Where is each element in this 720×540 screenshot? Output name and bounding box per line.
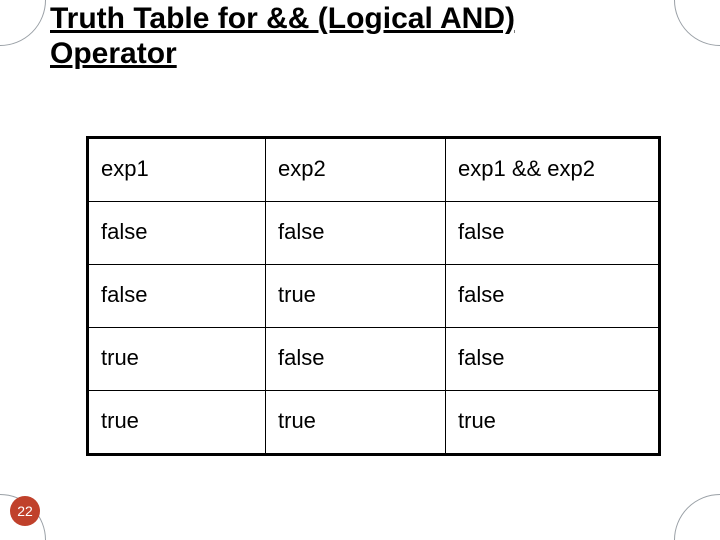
- cell: false: [88, 202, 266, 265]
- cell: false: [266, 328, 446, 391]
- truth-table: exp1 exp2 exp1 && exp2 false false false…: [86, 136, 661, 456]
- slide-title: Truth Table for && (Logical AND) Operato…: [50, 2, 610, 71]
- cell: false: [446, 328, 660, 391]
- table-row: false false false: [88, 202, 660, 265]
- cell: false: [88, 265, 266, 328]
- col-header-exp1: exp1: [88, 138, 266, 202]
- col-header-exp2: exp2: [266, 138, 446, 202]
- cell: false: [446, 265, 660, 328]
- page-number-badge: 22: [10, 496, 40, 526]
- corner-decoration-br: [674, 494, 720, 540]
- truth-table-container: exp1 exp2 exp1 && exp2 false false false…: [86, 136, 658, 456]
- corner-decoration-tl: [0, 0, 46, 46]
- cell: true: [88, 328, 266, 391]
- table-header-row: exp1 exp2 exp1 && exp2: [88, 138, 660, 202]
- col-header-result: exp1 && exp2: [446, 138, 660, 202]
- cell: true: [446, 391, 660, 455]
- cell: true: [266, 265, 446, 328]
- table-row: true true true: [88, 391, 660, 455]
- corner-decoration-tr: [674, 0, 720, 46]
- table-row: false true false: [88, 265, 660, 328]
- slide: Truth Table for && (Logical AND) Operato…: [0, 0, 720, 540]
- cell: false: [446, 202, 660, 265]
- cell: true: [88, 391, 266, 455]
- page-number: 22: [17, 503, 33, 519]
- cell: false: [266, 202, 446, 265]
- cell: true: [266, 391, 446, 455]
- table-row: true false false: [88, 328, 660, 391]
